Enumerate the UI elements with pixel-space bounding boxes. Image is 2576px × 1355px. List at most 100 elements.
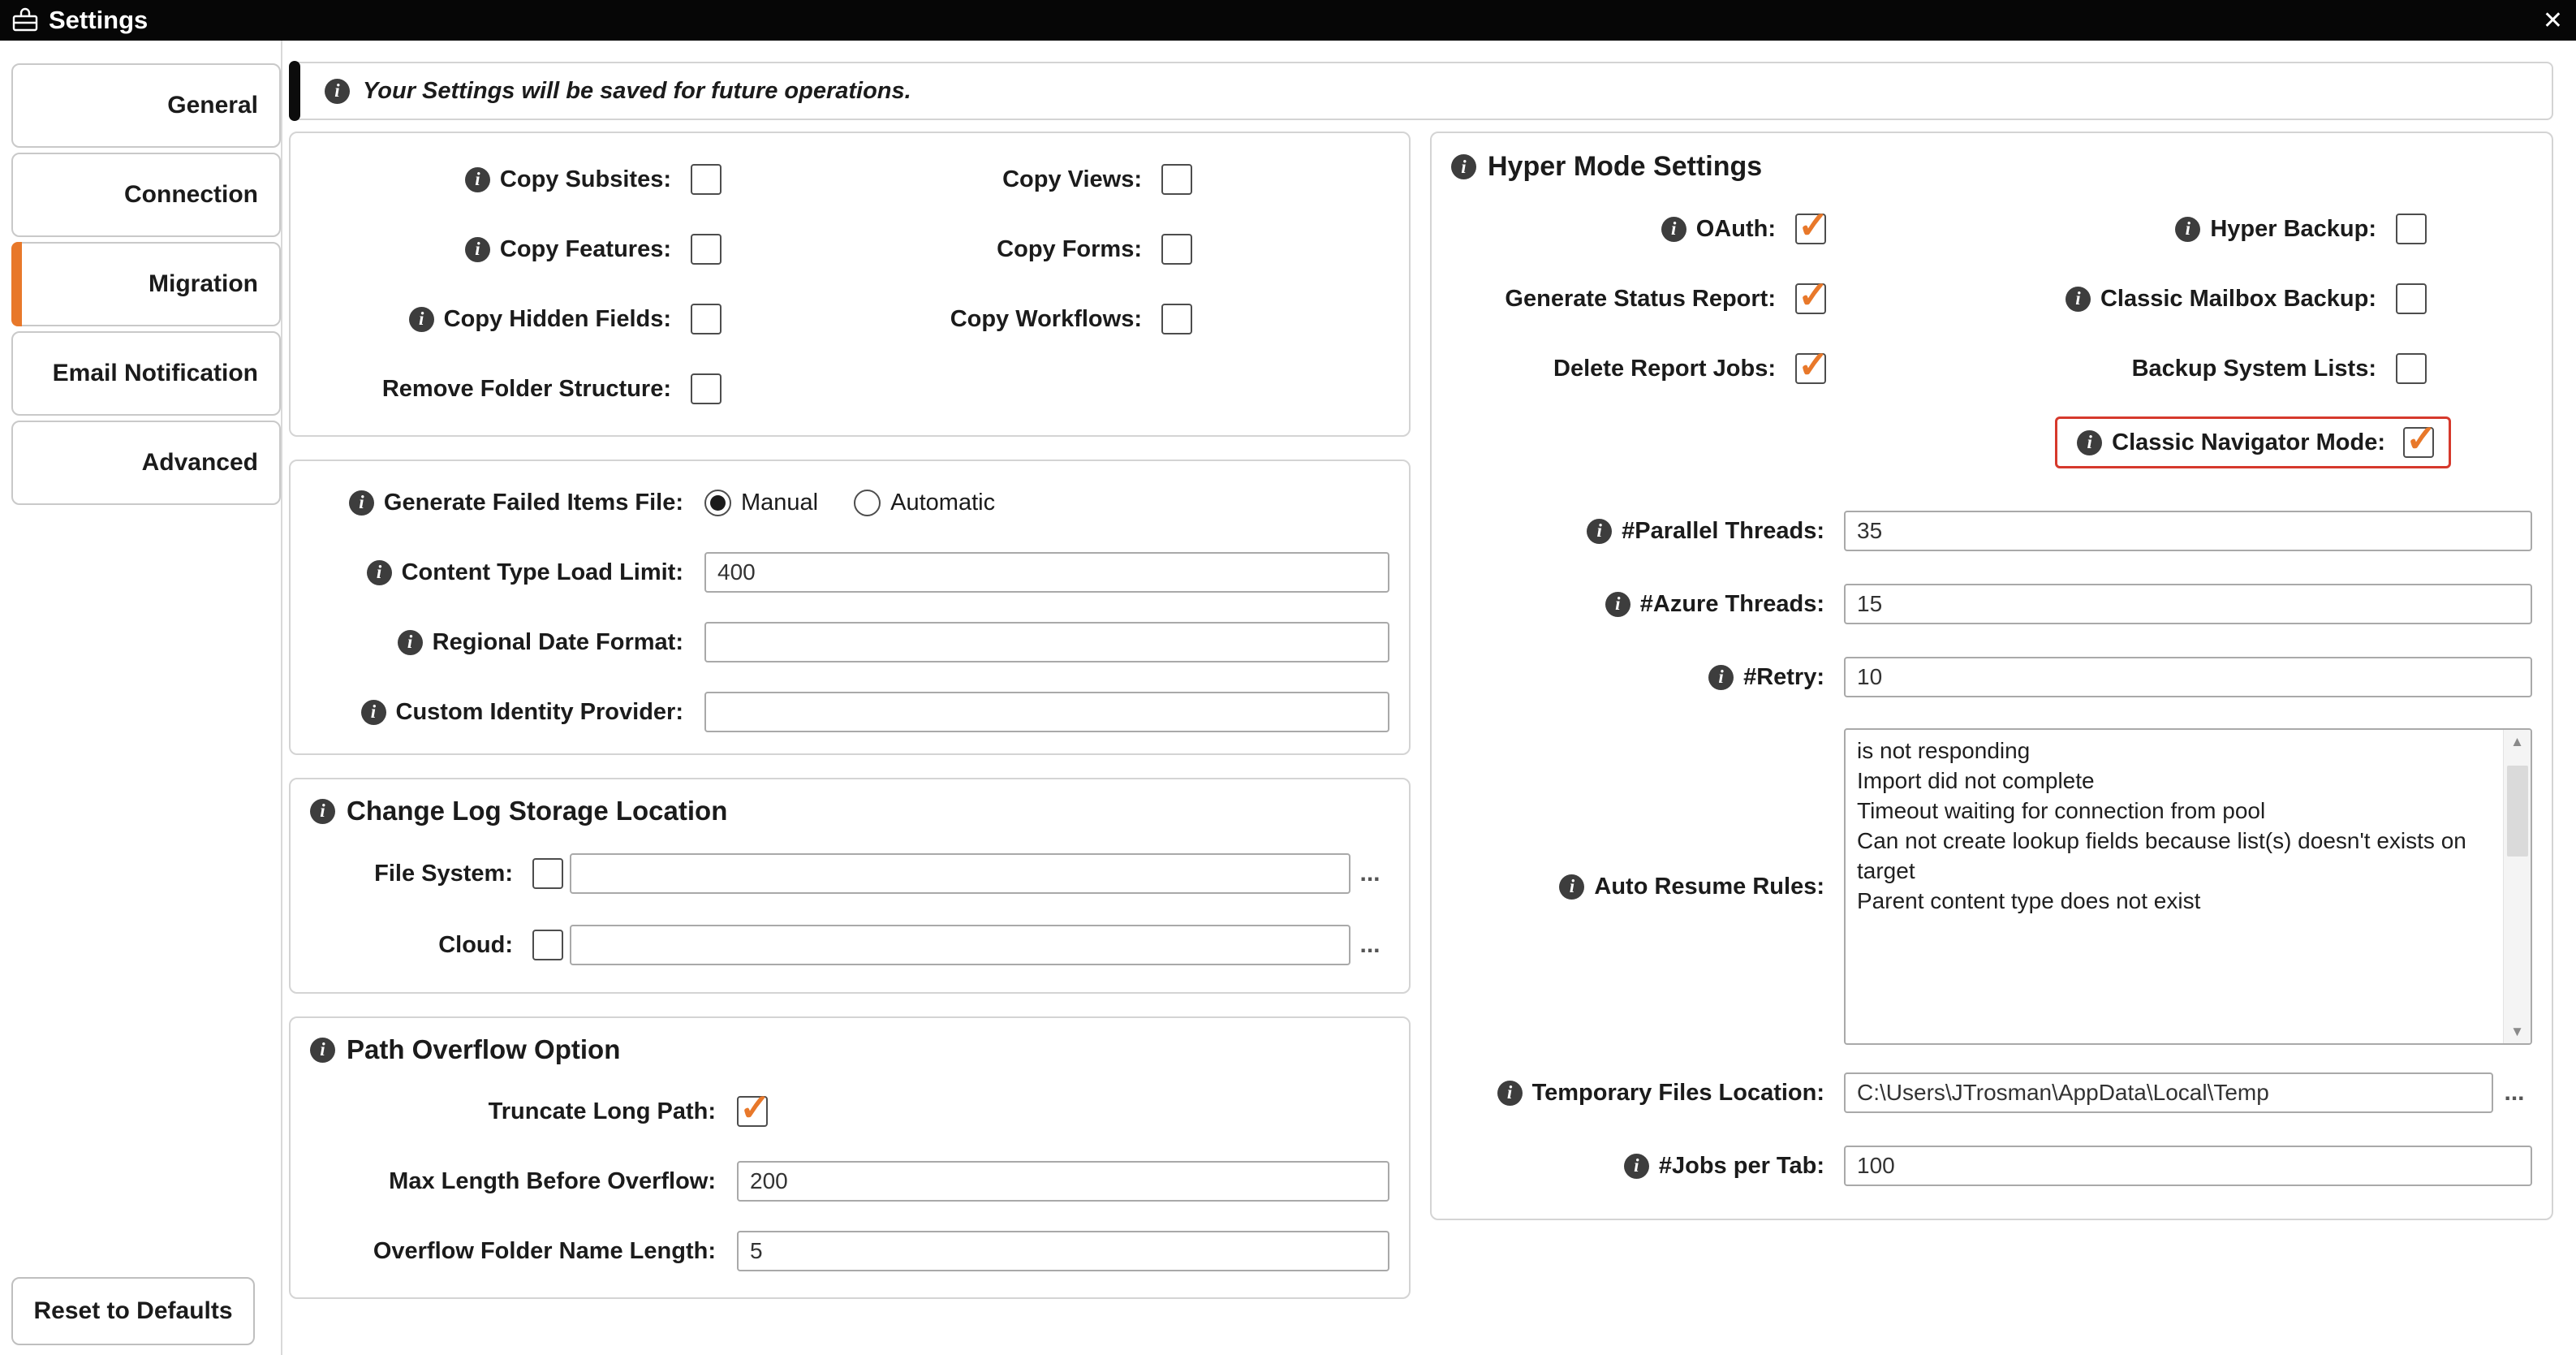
parallel-threads-label: #Parallel Threads: [1451,518,1824,545]
azure-threads-input[interactable] [1844,584,2532,624]
overflow-folder-name-length-row: Overflow Folder Name Length: [310,1216,1389,1286]
overflow-folder-name-length-label: Overflow Folder Name Length: [310,1238,716,1265]
label-text: Remove Folder Structure: [381,375,671,402]
content-type-load-limit-row: Content Type Load Limit: [310,537,1389,607]
label-text: Generate Status Report: [1505,285,1776,312]
failed-items-group: Generate Failed Items File: Manual Autom… [289,460,1411,755]
temporary-files-browse-button[interactable]: ... [2496,1079,2532,1107]
copy-subsites-checkbox[interactable] [691,164,722,195]
label-text: Classic Mailbox Backup: [2100,285,2376,312]
max-length-before-overflow-input[interactable] [737,1161,1389,1202]
hyper-backup-checkbox[interactable] [2396,214,2427,244]
banner-accent-bar [289,61,300,121]
copy-forms-checkbox[interactable] [1161,234,1192,265]
auto-resume-rules-text[interactable]: is not responding Import did not complet… [1846,730,2503,1043]
titlebar: Settings ✕ [0,0,2576,41]
oauth-checkbox[interactable] [1795,203,1829,247]
copy-hidden-fields-label: Copy Hidden Fields: [310,306,671,333]
info-icon [1708,664,1734,690]
info-icon [2077,429,2103,455]
generate-status-report-checkbox[interactable] [1795,273,1829,317]
copy-workflows-checkbox[interactable] [1161,304,1192,334]
close-icon[interactable]: ✕ [2541,6,2565,35]
sidebar-tab-general[interactable]: General [11,63,281,148]
info-icon [1451,154,1476,179]
scroll-thumb[interactable] [2507,766,2528,857]
auto-resume-rules-textarea[interactable]: is not responding Import did not complet… [1844,728,2532,1045]
sidebar-tab-advanced[interactable]: Advanced [11,421,281,505]
info-icon [1587,518,1613,544]
retry-input[interactable] [1844,657,2532,697]
regional-date-format-row: Regional Date Format: [310,607,1389,677]
manual-radio[interactable] [704,489,731,516]
overflow-folder-name-length-input[interactable] [737,1231,1389,1271]
file-system-checkbox[interactable] [532,858,563,889]
radio-label: Manual [741,489,819,516]
content-type-load-limit-input[interactable] [704,552,1389,593]
copy-features-checkbox[interactable] [691,234,722,265]
classic-navigator-mode-checkbox[interactable] [2403,416,2437,460]
delete-report-jobs-checkbox[interactable] [1795,343,1829,386]
generate-failed-items-label: Generate Failed Items File: [310,490,683,516]
auto-resume-rules-label: Auto Resume Rules: [1451,874,1824,900]
temporary-files-location-input[interactable] [1844,1072,2493,1113]
path-overflow-title: Path Overflow Option [310,1034,1389,1065]
max-length-before-overflow-row: Max Length Before Overflow: [310,1146,1389,1216]
hyper-mode-group: Hyper Mode Settings OAuth: Hyper Backup:… [1430,132,2553,1220]
tab-label: General [167,92,258,119]
label-text: Copy Hidden Fields: [443,305,671,332]
retry-row: #Retry: [1451,641,2532,714]
hyper-mode-title: Hyper Mode Settings [1451,151,2532,183]
scrollbar[interactable] [2503,730,2531,1043]
label-text: Max Length Before Overflow: [389,1167,716,1194]
scroll-up-icon[interactable] [2510,735,2524,749]
info-banner: Your Settings will be saved for future o… [289,61,2553,121]
cloud-browse-button[interactable]: ... [1350,931,1389,959]
remove-folder-structure-checkbox[interactable] [691,373,722,404]
label-text: Backup System Lists: [2131,355,2376,382]
oauth-label: OAuth: [1451,216,1776,243]
info-icon [310,798,335,824]
jobs-per-tab-input[interactable] [1844,1146,2532,1186]
main-content: Your Settings will be saved for future o… [282,41,2576,1355]
hyper-mode-row: Delete Report Jobs: Backup System Lists: [1451,334,2532,403]
parallel-threads-input[interactable] [1844,511,2532,551]
scroll-down-icon[interactable] [2510,1025,2524,1038]
backup-system-lists-label: Backup System Lists: [1873,356,2376,382]
info-icon [2175,216,2201,242]
automatic-radio[interactable] [854,489,881,516]
classic-mailbox-backup-checkbox[interactable] [2396,283,2427,314]
copy-options-row: Remove Folder Structure: [310,354,1389,424]
automatic-radio-option[interactable]: Automatic [854,489,995,516]
classic-navigator-mode-label: Classic Navigator Mode: [2077,429,2385,456]
label-text: Copy Views: [1002,166,1142,192]
info-icon [464,236,490,262]
copy-options-row: Copy Subsites: Copy Views: [310,145,1389,214]
label-text: Copy Features: [499,235,671,262]
info-icon [310,1037,335,1063]
regional-date-format-input[interactable] [704,622,1389,662]
label-text: Custom Identity Provider: [395,698,684,725]
backup-system-lists-checkbox[interactable] [2396,353,2427,384]
sidebar-tab-email-notification[interactable]: Email Notification [11,331,281,416]
file-system-browse-button[interactable]: ... [1350,860,1389,887]
sidebar-tab-connection[interactable]: Connection [11,153,281,237]
label-text: Truncate Long Path: [488,1098,716,1124]
copy-subsites-label: Copy Subsites: [310,166,671,193]
custom-identity-provider-input[interactable] [704,692,1389,732]
truncate-long-path-checkbox[interactable] [737,1085,771,1129]
cloud-path-input[interactable] [570,925,1350,965]
classic-navigator-mode-highlight: Classic Navigator Mode: [2055,416,2451,468]
cloud-checkbox[interactable] [532,930,563,960]
copy-views-checkbox[interactable] [1161,164,1192,195]
manual-radio-option[interactable]: Manual [704,489,819,516]
reset-to-defaults-button[interactable]: Reset to Defaults [11,1277,255,1345]
copy-hidden-fields-checkbox[interactable] [691,304,722,334]
change-log-title: Change Log Storage Location [310,796,1389,826]
auto-resume-rules-row: Auto Resume Rules: is not responding Imp… [1451,728,2532,1045]
sidebar: General Connection Migration Email Notif… [0,41,282,1355]
sidebar-tab-migration[interactable]: Migration [11,242,281,326]
file-system-path-input[interactable] [570,853,1350,894]
label-text: Copy Workflows: [950,305,1142,332]
info-icon [1623,1153,1649,1179]
